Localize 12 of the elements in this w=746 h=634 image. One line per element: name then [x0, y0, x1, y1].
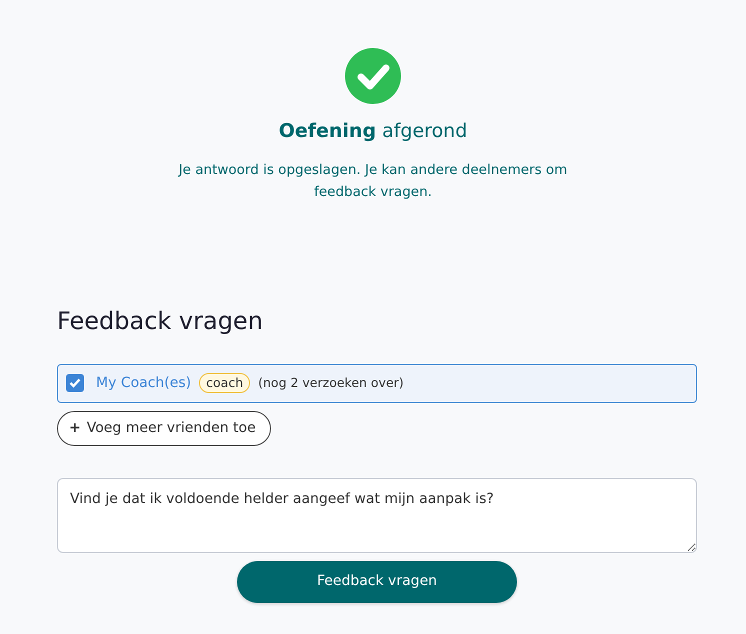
- recipient-row[interactable]: My Coach(es) coach (nog 2 verzoeken over): [57, 364, 697, 403]
- submit-button[interactable]: Feedback vragen: [237, 560, 517, 603]
- status-title: Oefening afgerond: [278, 120, 468, 143]
- recipient-name: My Coach(es): [96, 374, 192, 393]
- check-circle-icon: [345, 48, 401, 104]
- section-heading: Feedback vragen: [57, 306, 264, 336]
- checkbox[interactable]: [66, 374, 84, 392]
- question-field[interactable]: Vind je dat ik voldoende helder aangeef wat mijn aanpak is?: [57, 478, 697, 553]
- role-tag: coach: [199, 372, 250, 394]
- remaining-note: (nog 2 verzoeken over): [258, 374, 404, 392]
- add-friends-button[interactable]: + Voeg meer vrienden toe: [57, 410, 271, 446]
- status-message: Je antwoord is opgeslagen. Je kan andere deelnemers om feedback vragen.: [177, 160, 568, 202]
